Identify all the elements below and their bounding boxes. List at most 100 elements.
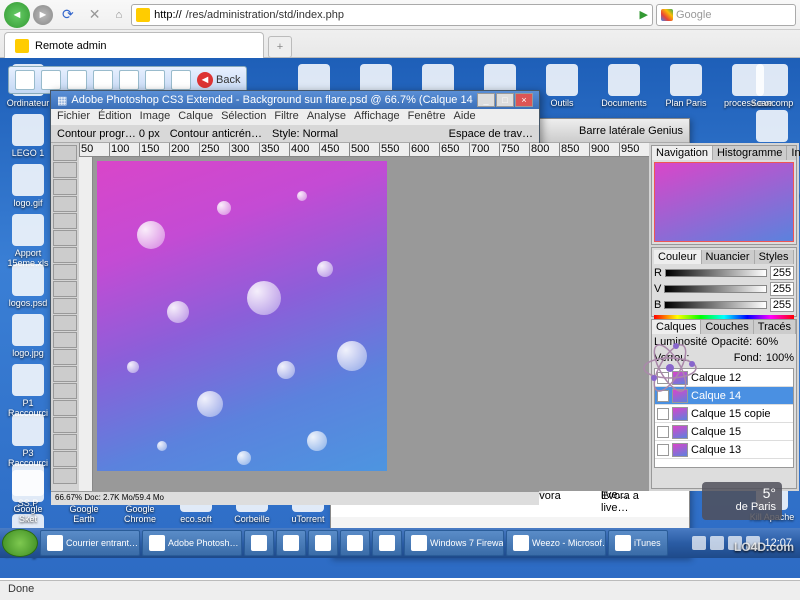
rt-tool-3[interactable]: [67, 70, 87, 90]
photoshop-window[interactable]: ▦ Adobe Photoshop CS3 Extended - Backgro…: [50, 90, 540, 490]
start-button[interactable]: [2, 529, 38, 557]
menu-Image[interactable]: Image: [140, 110, 171, 124]
nav-preview[interactable]: [654, 162, 794, 242]
taskbar-item[interactable]: Courrier entrant…: [40, 530, 140, 556]
tab-remote-admin[interactable]: Remote admin: [4, 32, 264, 58]
tab-Styles[interactable]: Styles: [755, 250, 794, 264]
layer-row[interactable]: Calque 15 copie: [655, 405, 793, 423]
r-slider[interactable]: [665, 269, 767, 277]
eye-icon[interactable]: [657, 444, 669, 456]
taskbar-item[interactable]: [340, 530, 370, 556]
ps-tool-1[interactable]: [53, 162, 77, 178]
opt-style[interactable]: Style: Normal: [272, 128, 338, 140]
eye-icon[interactable]: [657, 408, 669, 420]
url-bar[interactable]: http:// /res/administration/std/index.ph…: [131, 4, 653, 26]
g-slider[interactable]: [664, 285, 767, 293]
taskbar-item[interactable]: [372, 530, 402, 556]
ps-tool-14[interactable]: [53, 383, 77, 399]
ps-tool-15[interactable]: [53, 400, 77, 416]
tray-icon[interactable]: [710, 536, 724, 550]
minimize-button[interactable]: _: [477, 93, 495, 107]
reload-button[interactable]: ⟳: [56, 6, 80, 23]
eye-icon[interactable]: [657, 426, 669, 438]
weather-widget[interactable]: 5° de Paris: [702, 482, 782, 520]
stop-button[interactable]: ✕: [83, 6, 107, 23]
taskbar-item[interactable]: [276, 530, 306, 556]
ps-tool-8[interactable]: [53, 281, 77, 297]
menu-Fichier[interactable]: Fichier: [57, 110, 90, 124]
rt-tool-1[interactable]: [15, 70, 35, 90]
maximize-button[interactable]: □: [496, 93, 514, 107]
b-slider[interactable]: [664, 301, 767, 309]
layer-row[interactable]: Calque 13: [655, 441, 793, 459]
menu-Analyse[interactable]: Analyse: [307, 110, 346, 124]
rt-tool-7[interactable]: [171, 70, 191, 90]
tab-Calques[interactable]: Calques: [652, 320, 701, 334]
taskbar-item[interactable]: [308, 530, 338, 556]
opt-workspace[interactable]: Espace de trav…: [449, 128, 533, 140]
rt-tool-6[interactable]: [145, 70, 165, 90]
close-button[interactable]: ×: [515, 93, 533, 107]
tab-Nuancier[interactable]: Nuancier: [702, 250, 755, 264]
ps-tool-19[interactable]: [53, 468, 77, 484]
menu-Affichage[interactable]: Affichage: [354, 110, 400, 124]
ps-tool-12[interactable]: [53, 349, 77, 365]
ps-tool-4[interactable]: [53, 213, 77, 229]
ps-tool-13[interactable]: [53, 366, 77, 382]
desktop-icon[interactable]: logo.gif: [4, 164, 52, 208]
menu-Calque[interactable]: Calque: [178, 110, 213, 124]
rt-back-button[interactable]: ◄ Back: [197, 72, 240, 88]
desktop-icon[interactable]: P1 Raccourci: [4, 364, 52, 418]
search-bar[interactable]: Google: [656, 4, 796, 26]
desktop-icon[interactable]: Plan Paris: [662, 64, 710, 108]
taskbar-item[interactable]: Windows 7 Firewa…: [404, 530, 504, 556]
ps-tool-11[interactable]: [53, 332, 77, 348]
ps-tool-6[interactable]: [53, 247, 77, 263]
taskbar-item[interactable]: Adobe Photosh…: [142, 530, 242, 556]
layer-row[interactable]: Calque 15: [655, 423, 793, 441]
ps-canvas[interactable]: [97, 161, 387, 471]
taskbar-item[interactable]: iTunes: [608, 530, 668, 556]
menu-Sélection[interactable]: Sélection: [221, 110, 266, 124]
fill-field[interactable]: 100%: [766, 352, 794, 364]
ps-tool-3[interactable]: [53, 196, 77, 212]
ps-tool-17[interactable]: [53, 434, 77, 450]
opt-anti[interactable]: Contour anticrén…: [170, 128, 262, 140]
ps-tool-7[interactable]: [53, 264, 77, 280]
ps-tool-10[interactable]: [53, 315, 77, 331]
ps-tool-18[interactable]: [53, 451, 77, 467]
opt-contour[interactable]: Contour progr… 0 px: [57, 128, 160, 140]
ps-tool-9[interactable]: [53, 298, 77, 314]
desktop-icon[interactable]: logos.psd: [4, 264, 52, 308]
ps-titlebar[interactable]: ▦ Adobe Photoshop CS3 Extended - Backgro…: [51, 91, 539, 109]
ps-tool-5[interactable]: [53, 230, 77, 246]
rt-tool-5[interactable]: [119, 70, 139, 90]
desktop-icon[interactable]: logo.jpg: [4, 314, 52, 358]
taskbar-item[interactable]: [244, 530, 274, 556]
tab-Couches[interactable]: Couches: [701, 320, 753, 334]
menu-Fenêtre[interactable]: Fenêtre: [408, 110, 446, 124]
tab-Histogramme[interactable]: Histogramme: [713, 146, 787, 160]
menu-Édition[interactable]: Édition: [98, 110, 132, 124]
ps-tool-0[interactable]: [53, 145, 77, 161]
desktop-icon[interactable]: Apport 15eme.xls: [4, 214, 52, 268]
back-button[interactable]: ◄: [4, 2, 30, 28]
tab-Couleur[interactable]: Couleur: [654, 250, 702, 264]
forward-button[interactable]: ►: [33, 5, 53, 25]
new-tab-button[interactable]: +: [268, 36, 292, 58]
ps-tool-2[interactable]: [53, 179, 77, 195]
tray-icon[interactable]: [692, 536, 706, 550]
menu-Aide[interactable]: Aide: [454, 110, 476, 124]
desktop-icon[interactable]: P3 Raccourci: [4, 414, 52, 468]
desktop-icon[interactable]: Google Sket: [4, 470, 52, 524]
taskbar-item[interactable]: Weezo - Microsof…: [506, 530, 606, 556]
home-button[interactable]: ⌂: [109, 9, 128, 21]
ps-tool-16[interactable]: [53, 417, 77, 433]
desktop-icon[interactable]: Scancomp: [748, 64, 796, 108]
rt-tool-2[interactable]: [41, 70, 61, 90]
tab-Navigation[interactable]: Navigation: [652, 146, 713, 160]
opacity-field[interactable]: 60%: [756, 336, 778, 348]
tab-Tracés[interactable]: Tracés: [754, 320, 796, 334]
desktop-icon[interactable]: LEGO 1: [4, 114, 52, 158]
desktop-icon[interactable]: Outils: [538, 64, 586, 108]
